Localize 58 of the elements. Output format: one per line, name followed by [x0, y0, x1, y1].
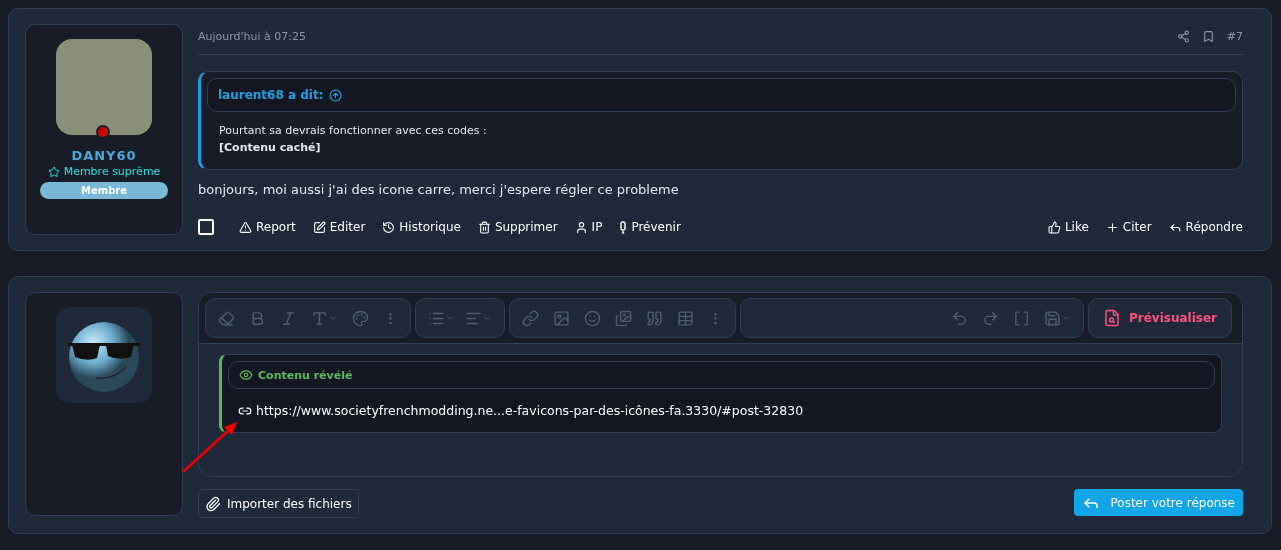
eye-icon — [239, 368, 253, 382]
plus-icon — [1105, 220, 1119, 234]
exclamation-icon — [619, 220, 628, 234]
paperclip-icon — [205, 495, 221, 512]
action-link[interactable]: Historique — [382, 220, 461, 234]
reaction-link[interactable]: Like — [1047, 220, 1089, 234]
thumbs-up-icon — [1047, 220, 1061, 234]
post-message: bonjours, moi aussi j'ai des icone carre, merci j'espere régler ce probleme — [198, 182, 680, 197]
file-search-icon — [1103, 309, 1121, 327]
quote-text: Pourtant sa devrais fonctionner avec ces codes : — [218, 123, 488, 139]
quote-author[interactable]: laurent68 a dit: — [218, 88, 324, 102]
action-link[interactable]: IP — [574, 220, 603, 234]
save-icon[interactable] — [1044, 309, 1061, 327]
history-icon — [382, 220, 396, 234]
caret-icon[interactable] — [1061, 313, 1071, 323]
trash-icon — [477, 220, 491, 234]
username[interactable]: DANY60 — [71, 148, 137, 163]
caret-icon[interactable] — [445, 313, 455, 323]
edit-icon — [312, 220, 326, 234]
redo-icon[interactable] — [982, 309, 999, 327]
link-icon[interactable] — [522, 309, 539, 327]
image-icon[interactable] — [553, 309, 570, 327]
italic-icon[interactable] — [280, 309, 297, 327]
brackets-icon[interactable] — [1013, 309, 1030, 327]
reaction-link[interactable]: Répondre — [1168, 220, 1243, 234]
action-link[interactable]: Supprimer — [477, 220, 558, 234]
spoiler-title: Contenu révélé — [258, 368, 353, 382]
action-link[interactable]: Editer — [312, 220, 366, 234]
select-checkbox[interactable] — [198, 219, 214, 235]
arrow-up-icon[interactable] — [329, 88, 343, 102]
text-size-icon[interactable] — [311, 309, 328, 327]
post-timestamp[interactable]: Aujourd'hui à 07:25 — [198, 29, 307, 43]
gallery-icon[interactable] — [615, 309, 632, 327]
caret-icon[interactable] — [482, 313, 492, 323]
eraser-icon[interactable] — [218, 309, 235, 327]
spoiler-header[interactable]: Contenu révélé — [228, 361, 1215, 389]
action-link[interactable]: Prévenir — [619, 220, 681, 234]
action-link[interactable]: Report — [239, 220, 296, 234]
post-number[interactable]: #7 — [1226, 29, 1243, 43]
warning-icon — [239, 220, 252, 234]
annotation-arrow — [180, 419, 240, 475]
preview-button[interactable]: Prévisualiser — [1088, 298, 1232, 338]
table-icon[interactable] — [677, 309, 694, 327]
share-icon[interactable] — [1176, 29, 1190, 43]
quote-icon[interactable] — [646, 309, 663, 327]
caret-icon[interactable] — [328, 313, 338, 323]
user-icon — [574, 220, 588, 234]
user-badge: Membre — [40, 182, 168, 199]
attach-button[interactable]: Importer des fichiers — [198, 489, 359, 518]
user-title: Membre suprême — [63, 165, 161, 178]
reaction-link[interactable]: Citer — [1105, 220, 1152, 234]
url-link[interactable]: https://www.societyfrenchmodding.ne...e-favicons-par-des-icônes-fa.3330/#post-32830 — [228, 403, 1215, 418]
bookmark-icon[interactable] — [1201, 29, 1215, 43]
star-icon — [47, 165, 60, 178]
palette-icon[interactable] — [352, 309, 369, 327]
undo-icon[interactable] — [951, 309, 968, 327]
quote-text: [Contenu caché] — [218, 140, 322, 156]
smiley-icon[interactable] — [584, 309, 601, 327]
